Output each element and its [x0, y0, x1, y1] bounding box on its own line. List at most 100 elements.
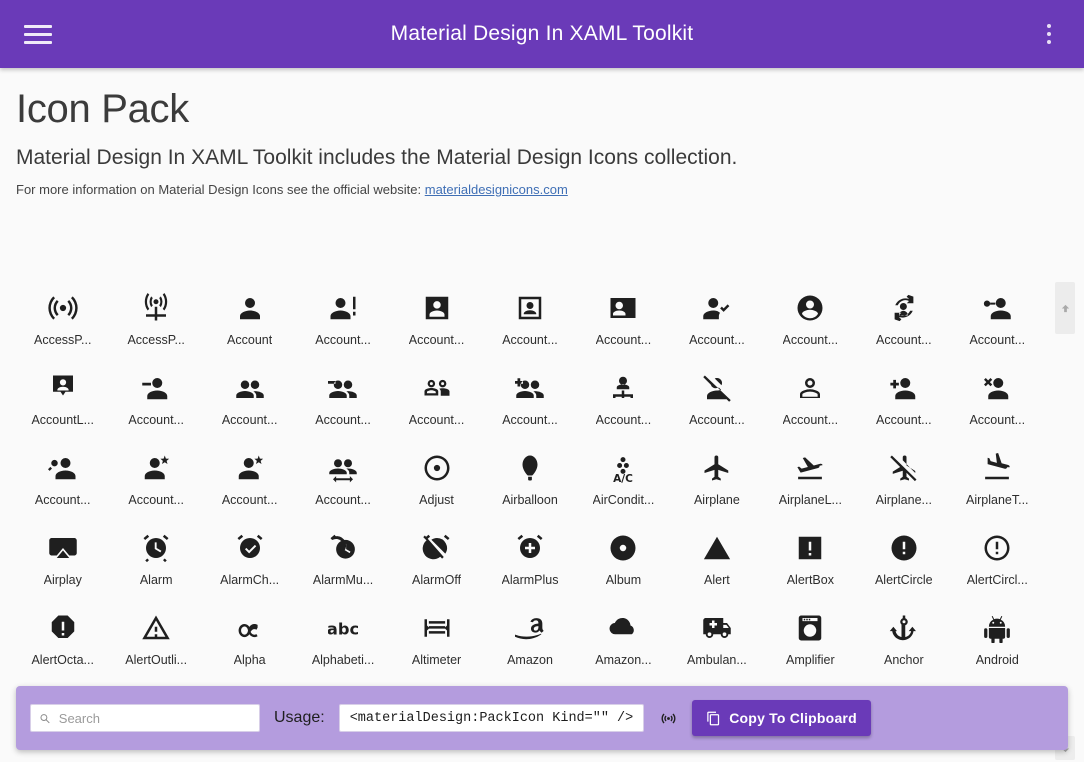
icon-cell[interactable]: AlertCircl...	[951, 522, 1044, 602]
icon-cell[interactable]: Account...	[296, 282, 389, 362]
dot	[1047, 40, 1051, 44]
icon-label: Account...	[315, 413, 371, 427]
icon-cell[interactable]: Account...	[577, 362, 670, 442]
adjust-icon	[419, 450, 455, 486]
hamburger-bar	[24, 40, 52, 44]
copy-button-label: Copy To Clipboard	[729, 710, 857, 726]
icon-cell[interactable]: Amazon	[483, 602, 576, 682]
icon-cell[interactable]: Airplay	[16, 522, 109, 602]
icon-label: Amazon...	[595, 653, 652, 667]
icon-label: Ambulan...	[687, 653, 747, 667]
search-field[interactable]	[30, 704, 260, 732]
icon-label: AirplaneL...	[778, 493, 842, 507]
icon-cell[interactable]: Account...	[203, 442, 296, 522]
icon-cell[interactable]: AlertCircle	[857, 522, 950, 602]
icon-label: AlertOutli...	[125, 653, 188, 667]
icon-cell[interactable]: Anchor	[857, 602, 950, 682]
icon-label: Account...	[34, 493, 91, 507]
icon-label: AlarmOff	[411, 573, 462, 587]
account-circle-icon	[792, 290, 828, 326]
icon-cell[interactable]: Account...	[951, 282, 1044, 362]
alert-circle-outline-icon	[979, 530, 1015, 566]
icon-cell[interactable]: Altimeter	[390, 602, 483, 682]
icon-label: Account...	[969, 413, 1026, 427]
icon-cell[interactable]: Account...	[577, 282, 670, 362]
scroll-up-button[interactable]	[1055, 282, 1075, 334]
dot	[1047, 32, 1051, 36]
anchor-icon	[886, 610, 922, 646]
icon-cell[interactable]: AirplaneL...	[764, 442, 857, 522]
icon-cell[interactable]: Account...	[764, 362, 857, 442]
icon-cell[interactable]: AlarmMu...	[296, 522, 389, 602]
icon-cell[interactable]: Airplane	[670, 442, 763, 522]
materialdesignicons-link[interactable]: materialdesignicons.com	[425, 182, 568, 197]
account-location-icon	[45, 370, 81, 406]
icon-cell[interactable]: AccountL...	[16, 362, 109, 442]
icon-cell[interactable]: Account...	[390, 282, 483, 362]
icon-label: AlarmCh...	[220, 573, 280, 587]
alert-box-icon	[792, 530, 828, 566]
icon-cell[interactable]: Alert	[670, 522, 763, 602]
icon-cell[interactable]: Account	[203, 282, 296, 362]
icon-cell[interactable]: Amplifier	[764, 602, 857, 682]
account-key-icon	[979, 290, 1015, 326]
icon-label: Alarm	[139, 573, 173, 587]
icon-cell[interactable]: Account...	[483, 282, 576, 362]
album-icon	[605, 530, 641, 566]
dots-vertical-icon[interactable]	[1032, 14, 1066, 54]
icon-label: Account...	[595, 413, 652, 427]
hamburger-menu-icon[interactable]	[18, 14, 58, 54]
icon-cell[interactable]: abc Alphabeti...	[296, 602, 389, 682]
icon-cell[interactable]: Account...	[109, 442, 202, 522]
icon-cell[interactable]: Account...	[857, 282, 950, 362]
icon-cell[interactable]: Airplane...	[857, 442, 950, 522]
alert-outline-icon	[138, 610, 174, 646]
icon-cell[interactable]: AccessP...	[109, 282, 202, 362]
icon-cell[interactable]: Airballoon	[483, 442, 576, 522]
icon-label: Alpha	[233, 653, 266, 667]
icon-cell[interactable]: Android	[951, 602, 1044, 682]
icon-label: AlertCircl...	[966, 573, 1028, 587]
icon-label: Account...	[315, 333, 371, 347]
icon-cell[interactable]: Album	[577, 522, 670, 602]
account-alert-icon	[325, 290, 361, 326]
icon-cell[interactable]: Account...	[109, 362, 202, 442]
icon-label: Account...	[689, 413, 745, 427]
usage-value-field[interactable]: <materialDesign:PackIcon Kind="" />	[338, 704, 645, 732]
icon-label: AirplaneT...	[965, 493, 1029, 507]
icon-cell[interactable]: Alpha	[203, 602, 296, 682]
icon-cell[interactable]: Alarm	[109, 522, 202, 602]
icon-cell[interactable]: AlarmPlus	[483, 522, 576, 602]
icon-cell[interactable]: Account...	[296, 362, 389, 442]
icon-cell[interactable]: AirplaneT...	[951, 442, 1044, 522]
icon-cell[interactable]: A/C AirCondit...	[577, 442, 670, 522]
icon-label: Account...	[128, 493, 184, 507]
icon-cell[interactable]: Account...	[670, 362, 763, 442]
icon-cell[interactable]: Amazon...	[577, 602, 670, 682]
page-title: Icon Pack	[16, 87, 189, 131]
search-input[interactable]	[58, 710, 251, 726]
icon-cell[interactable]: Account...	[296, 442, 389, 522]
icon-cell[interactable]: AlarmCh...	[203, 522, 296, 602]
icon-cell[interactable]: Account...	[670, 282, 763, 362]
icon-cell[interactable]: AlertOcta...	[16, 602, 109, 682]
icon-cell[interactable]: Account...	[951, 362, 1044, 442]
icon-cell[interactable]: AlarmOff	[390, 522, 483, 602]
icon-cell[interactable]: Ambulan...	[670, 602, 763, 682]
content-copy-icon	[707, 711, 720, 725]
icon-cell[interactable]: Account...	[764, 282, 857, 362]
android-icon	[979, 610, 1015, 646]
icon-cell[interactable]: AlertBox	[764, 522, 857, 602]
alarm-plus-icon	[512, 530, 548, 566]
icon-cell[interactable]: Account...	[857, 362, 950, 442]
account-network-icon	[605, 370, 641, 406]
icon-cell[interactable]: Account...	[390, 362, 483, 442]
icon-cell[interactable]: Account...	[483, 362, 576, 442]
icon-cell[interactable]: Account...	[203, 362, 296, 442]
air-conditioner-icon: A/C	[605, 450, 641, 486]
icon-cell[interactable]: AccessP...	[16, 282, 109, 362]
icon-cell[interactable]: Adjust	[390, 442, 483, 522]
copy-to-clipboard-button[interactable]: Copy To Clipboard	[692, 700, 871, 736]
icon-cell[interactable]: Account...	[16, 442, 109, 522]
icon-cell[interactable]: AlertOutli...	[109, 602, 202, 682]
